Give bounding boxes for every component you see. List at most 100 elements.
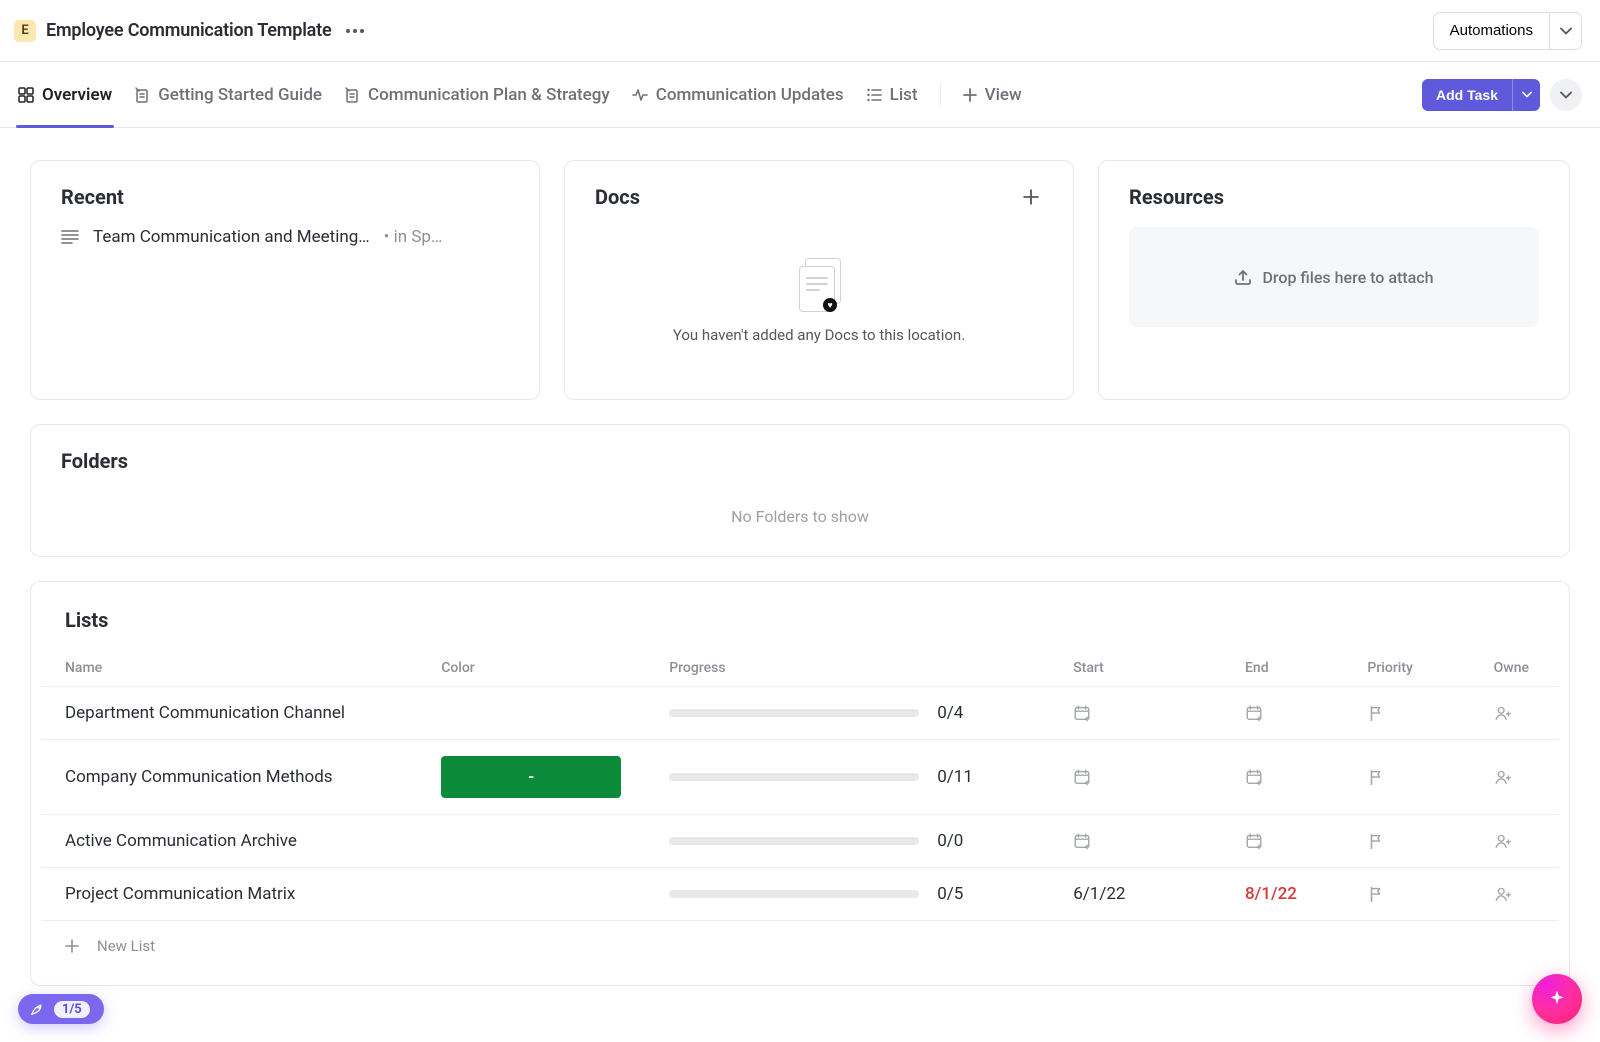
- col-color[interactable]: Color: [417, 650, 645, 687]
- list-priority-cell[interactable]: [1343, 740, 1469, 815]
- start-date: 6/1/22: [1073, 884, 1125, 904]
- table-row[interactable]: Department Communication Channel 0/4: [41, 687, 1559, 740]
- lists-card: Lists Name Color Progress Start End Prio…: [30, 581, 1570, 986]
- list-start-cell[interactable]: [1049, 687, 1221, 740]
- recent-item[interactable]: Team Communication and Meeting… • in Sp…: [61, 227, 509, 247]
- calendar-add-icon: [1245, 704, 1263, 722]
- upload-icon: [1234, 268, 1252, 286]
- col-owner[interactable]: Owne: [1470, 650, 1559, 687]
- rocket-icon: [28, 1000, 46, 1018]
- list-color-cell[interactable]: -: [417, 740, 645, 815]
- list-end-cell[interactable]: [1221, 740, 1343, 815]
- list-color-cell[interactable]: [417, 815, 645, 868]
- calendar-add-icon: [1073, 832, 1091, 850]
- progress-bar: [669, 837, 919, 845]
- folders-title: Folders: [61, 449, 1539, 473]
- page-title[interactable]: Employee Communication Template: [46, 20, 332, 41]
- list-priority-cell[interactable]: [1343, 868, 1469, 921]
- list-priority-cell[interactable]: [1343, 815, 1469, 868]
- list-end-cell[interactable]: 8/1/22: [1221, 868, 1343, 921]
- tab-add-view[interactable]: View: [963, 62, 1022, 127]
- flag-icon: [1367, 832, 1385, 850]
- table-row[interactable]: Active Communication Archive 0/0: [41, 815, 1559, 868]
- user-add-icon: [1494, 768, 1512, 786]
- onboarding-progress-pill[interactable]: 1/5: [18, 994, 104, 1024]
- tab-label: List: [890, 85, 918, 105]
- progress-text: 0/0: [937, 831, 963, 851]
- flag-icon: [1367, 768, 1385, 786]
- folders-card: Folders No Folders to show: [30, 424, 1570, 557]
- tabs-row: Overview Getting Started Guide Communica…: [0, 62, 1600, 128]
- add-task-caret-button[interactable]: [1512, 79, 1540, 111]
- tab-updates[interactable]: Communication Updates: [632, 62, 844, 127]
- tab-plan-strategy[interactable]: Communication Plan & Strategy: [344, 62, 610, 127]
- add-doc-button[interactable]: [1019, 185, 1043, 209]
- list-start-cell[interactable]: [1049, 740, 1221, 815]
- tab-label: Communication Updates: [656, 85, 844, 105]
- user-add-icon: [1494, 832, 1512, 850]
- list-owner-cell[interactable]: [1470, 740, 1559, 815]
- list-color-cell[interactable]: [417, 868, 645, 921]
- resources-card: Resources Drop files here to attach: [1098, 160, 1570, 400]
- drop-files-zone[interactable]: Drop files here to attach: [1129, 227, 1539, 327]
- ellipsis-icon: [346, 29, 364, 33]
- end-date: 8/1/22: [1245, 884, 1297, 904]
- col-priority[interactable]: Priority: [1343, 650, 1469, 687]
- table-row[interactable]: Project Communication Matrix 0/5 6/1/22 8/1…: [41, 868, 1559, 921]
- list-end-cell[interactable]: [1221, 815, 1343, 868]
- list-color-cell[interactable]: [417, 687, 645, 740]
- list-priority-cell[interactable]: [1343, 687, 1469, 740]
- add-task-button[interactable]: Add Task: [1422, 79, 1512, 111]
- new-list-row[interactable]: New List: [41, 921, 1559, 972]
- list-progress-cell: 0/0: [645, 815, 1049, 868]
- pin-doc-edit-icon: [344, 87, 360, 103]
- tab-overview[interactable]: Overview: [18, 62, 112, 127]
- list-name-cell[interactable]: Active Communication Archive: [41, 815, 417, 868]
- tab-separator: [940, 84, 941, 106]
- docs-empty-icon: ♥: [799, 258, 839, 308]
- col-end[interactable]: End: [1221, 650, 1343, 687]
- list-progress-cell: 0/5: [645, 868, 1049, 921]
- new-list-label: New List: [97, 937, 155, 955]
- col-name[interactable]: Name: [41, 650, 417, 687]
- list-progress-cell: 0/4: [645, 687, 1049, 740]
- progress-text: 0/11: [937, 767, 973, 787]
- progress-bar: [669, 890, 919, 898]
- tab-label: Getting Started Guide: [158, 85, 322, 105]
- calendar-add-icon: [1245, 768, 1263, 786]
- color-swatch[interactable]: -: [441, 756, 621, 798]
- list-owner-cell[interactable]: [1470, 868, 1559, 921]
- automations-caret-button[interactable]: [1550, 12, 1582, 50]
- list-progress-cell: 0/11: [645, 740, 1049, 815]
- progress-count: 1/5: [54, 1001, 90, 1018]
- expand-button[interactable]: [1550, 79, 1582, 111]
- chevron-down-icon: [1522, 91, 1532, 98]
- chevron-down-icon: [1560, 27, 1572, 35]
- list-start-cell[interactable]: [1049, 815, 1221, 868]
- grid-icon: [18, 87, 34, 103]
- list-end-cell[interactable]: [1221, 687, 1343, 740]
- list-owner-cell[interactable]: [1470, 687, 1559, 740]
- list-icon: [866, 87, 882, 103]
- tab-getting-started[interactable]: Getting Started Guide: [134, 62, 322, 127]
- list-name-cell[interactable]: Company Communication Methods: [41, 740, 417, 815]
- list-owner-cell[interactable]: [1470, 815, 1559, 868]
- more-options-button[interactable]: [342, 18, 368, 44]
- table-row[interactable]: Company Communication Methods- 0/11: [41, 740, 1559, 815]
- list-name-cell[interactable]: Department Communication Channel: [41, 687, 417, 740]
- list-start-cell[interactable]: 6/1/22: [1049, 868, 1221, 921]
- progress-bar: [669, 709, 919, 717]
- workspace-avatar[interactable]: E: [14, 20, 36, 42]
- col-start[interactable]: Start: [1049, 650, 1221, 687]
- ai-fab-button[interactable]: [1532, 974, 1582, 1024]
- calendar-add-icon: [1245, 832, 1263, 850]
- sparkle-icon: [1547, 989, 1567, 1009]
- tab-list[interactable]: List: [866, 62, 918, 127]
- list-name-cell[interactable]: Project Communication Matrix: [41, 868, 417, 921]
- automations-button[interactable]: Automations: [1433, 12, 1550, 50]
- docs-empty-text: You haven't added any Docs to this locat…: [673, 326, 965, 344]
- col-progress[interactable]: Progress: [645, 650, 1049, 687]
- flag-icon: [1367, 704, 1385, 722]
- chevron-down-icon: [1560, 91, 1572, 99]
- flag-icon: [1367, 885, 1385, 903]
